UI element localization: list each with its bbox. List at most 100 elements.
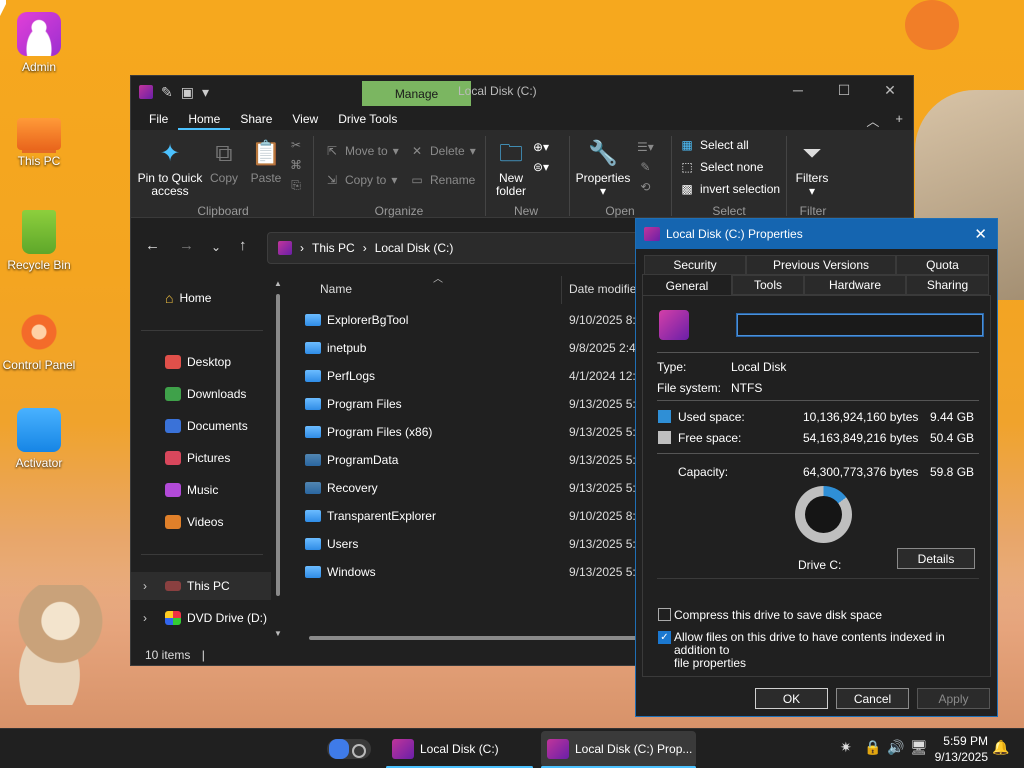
open-icon[interactable]: ☰▾ <box>637 140 654 154</box>
desktop-icon-admin[interactable]: Admin <box>0 12 78 74</box>
tab-tools[interactable]: Tools <box>732 275 804 295</box>
group-clipboard-label: Clipboard <box>197 204 249 218</box>
tab-quota[interactable]: Quota <box>896 255 989 275</box>
invert-selection-button[interactable]: ▩ invert selection <box>679 182 780 196</box>
properties-qat-icon[interactable]: ✎ <box>161 84 173 101</box>
notification-bell-icon[interactable]: 🔔 <box>992 739 1009 756</box>
wallpaper-sun <box>905 0 959 50</box>
history-icon[interactable]: ⟲ <box>640 180 650 194</box>
select-all-icon: ▦ <box>681 138 693 152</box>
easy-access-icon[interactable]: ⊜▾ <box>533 160 549 174</box>
system-clock[interactable]: 5:59 PM 9/13/2025 <box>935 733 988 765</box>
add-tab-icon[interactable]: + <box>895 111 903 130</box>
ribbon-separator <box>569 136 570 216</box>
tab-drive-tools[interactable]: Drive Tools <box>328 108 407 130</box>
sidebar-item-videos[interactable]: Videos <box>131 508 271 536</box>
tab-security[interactable]: Security <box>644 255 746 275</box>
breadcrumb-this-pc[interactable]: This PC <box>312 241 355 255</box>
paste-shortcut-icon[interactable]: ⎘ <box>291 178 301 193</box>
tab-share[interactable]: Share <box>230 108 282 130</box>
ok-button[interactable]: OK <box>755 688 828 709</box>
cancel-button[interactable]: Cancel <box>836 688 909 709</box>
collapse-ribbon-icon[interactable]: ︿ <box>866 111 879 130</box>
minimize-icon[interactable]: ─ <box>775 76 821 104</box>
paste-button[interactable]: 📋 Paste <box>248 138 284 185</box>
expand-chevron-icon[interactable]: › <box>143 611 159 625</box>
tab-general[interactable]: General <box>642 274 732 296</box>
scrollbar-thumb[interactable] <box>276 294 280 596</box>
details-button[interactable]: Details <box>897 548 975 569</box>
control-panel-icon <box>17 310 61 354</box>
forward-arrow-icon[interactable]: → <box>179 237 194 254</box>
sidebar-item-home[interactable]: ⌂ Home <box>131 284 271 312</box>
brightness-icon[interactable]: ✷ <box>840 739 852 756</box>
pin-to-quick-access-button[interactable]: ✦ Pin to Quick access <box>137 138 203 198</box>
column-header-name[interactable]: Name <box>320 276 352 302</box>
recent-locations-chevron-icon[interactable]: ⌄ <box>211 240 221 254</box>
new-folder-button[interactable]: 🗀 New folder <box>491 138 531 198</box>
tab-file[interactable]: File <box>139 108 178 130</box>
close-icon[interactable]: ✕ <box>974 225 987 243</box>
task-view-toggle-icon[interactable] <box>327 739 371 759</box>
index-contents-checkbox[interactable]: ✓ <box>658 631 671 644</box>
tab-view[interactable]: View <box>282 108 328 130</box>
desktop-icon-control-panel[interactable]: Control Panel <box>0 310 78 372</box>
new-folder-qat-icon[interactable]: ▣ <box>181 84 194 101</box>
edit-icon[interactable]: ✎ <box>640 160 650 174</box>
index-contents-label-line1: Allow files on this drive to have conten… <box>674 630 945 657</box>
sidebar-item-dvd-drive[interactable]: › DVD Drive (D:) <box>131 604 271 632</box>
sidebar-item-desktop[interactable]: Desktop <box>131 348 271 376</box>
up-arrow-icon[interactable]: ↑ <box>239 237 247 254</box>
tab-hardware[interactable]: Hardware <box>804 275 906 295</box>
folder-icon <box>305 510 321 522</box>
manage-context-tab[interactable]: Manage <box>362 81 471 106</box>
desktop-icon-recycle-bin[interactable]: Recycle Bin <box>0 210 78 272</box>
tab-sharing[interactable]: Sharing <box>906 275 989 295</box>
back-arrow-icon[interactable]: ← <box>145 237 160 254</box>
drive-name-input[interactable] <box>736 313 984 337</box>
rename-button[interactable]: ▭ Rename <box>409 173 475 187</box>
select-all-button[interactable]: ▦ Select all <box>679 138 749 152</box>
tab-home[interactable]: Home <box>178 108 231 130</box>
select-all-label: Select all <box>700 138 749 152</box>
navigation-scrollbar[interactable]: ▲ ▼ <box>273 279 283 638</box>
ribbon: ✦ Pin to Quick access ⧉ Copy 📋 Paste ✂ ⌘… <box>131 130 913 218</box>
column-separator[interactable] <box>561 276 562 304</box>
properties-button[interactable]: 🔧 Properties ▾ <box>575 138 631 198</box>
move-to-button[interactable]: ⇱ Move to ▾ <box>324 144 399 158</box>
delete-button[interactable]: ✕ Delete ▾ <box>409 144 476 158</box>
sidebar-item-documents[interactable]: Documents <box>131 412 271 440</box>
copy-to-button[interactable]: ⇲ Copy to ▾ <box>324 173 397 187</box>
security-lock-icon[interactable]: 🔒 <box>864 739 881 756</box>
filters-button[interactable]: ⏷ Filters ▾ <box>791 138 833 198</box>
new-item-icon[interactable]: ⊕▾ <box>533 140 549 154</box>
taskbar-app-explorer[interactable]: Local Disk (C:) <box>386 731 533 768</box>
desktop-icon-this-pc[interactable]: This PC <box>0 112 78 168</box>
address-bar[interactable]: › This PC › Local Disk (C:) <box>267 232 647 264</box>
expand-chevron-icon[interactable]: › <box>143 579 159 593</box>
breadcrumb-local-disk[interactable]: Local Disk (C:) <box>375 241 454 255</box>
copy-button[interactable]: ⧉ Copy <box>207 138 241 185</box>
tab-previous-versions[interactable]: Previous Versions <box>746 255 896 275</box>
breadcrumb-separator: › <box>300 241 304 255</box>
qat-dropdown-icon[interactable]: ▾ <box>202 84 209 101</box>
scroll-down-icon[interactable]: ▼ <box>274 629 282 638</box>
home-icon: ⌂ <box>165 290 174 306</box>
compress-drive-checkbox[interactable] <box>658 608 671 621</box>
sidebar-item-music[interactable]: Music <box>131 476 271 504</box>
apply-button[interactable]: Apply <box>917 688 990 709</box>
column-header-date-modified[interactable]: Date modifie <box>569 276 636 302</box>
cut-icon[interactable]: ✂ <box>291 138 301 152</box>
select-none-button[interactable]: ⬚ Select none <box>679 160 763 174</box>
copy-path-icon[interactable]: ⌘ <box>290 158 302 172</box>
network-icon[interactable]: 🖥 <box>910 739 928 756</box>
desktop-icon-activator[interactable]: Activator <box>0 408 78 470</box>
taskbar-app-properties[interactable]: Local Disk (C:) Prop... <box>541 731 696 768</box>
volume-icon[interactable]: 🔊 <box>887 739 904 756</box>
maximize-icon[interactable]: ☐ <box>821 76 867 104</box>
sidebar-item-downloads[interactable]: Downloads <box>131 380 271 408</box>
close-icon[interactable]: ✕ <box>867 76 913 104</box>
sidebar-item-this-pc[interactable]: › This PC <box>131 572 271 600</box>
scroll-up-icon[interactable]: ▲ <box>274 279 282 288</box>
sidebar-item-pictures[interactable]: Pictures <box>131 444 271 472</box>
